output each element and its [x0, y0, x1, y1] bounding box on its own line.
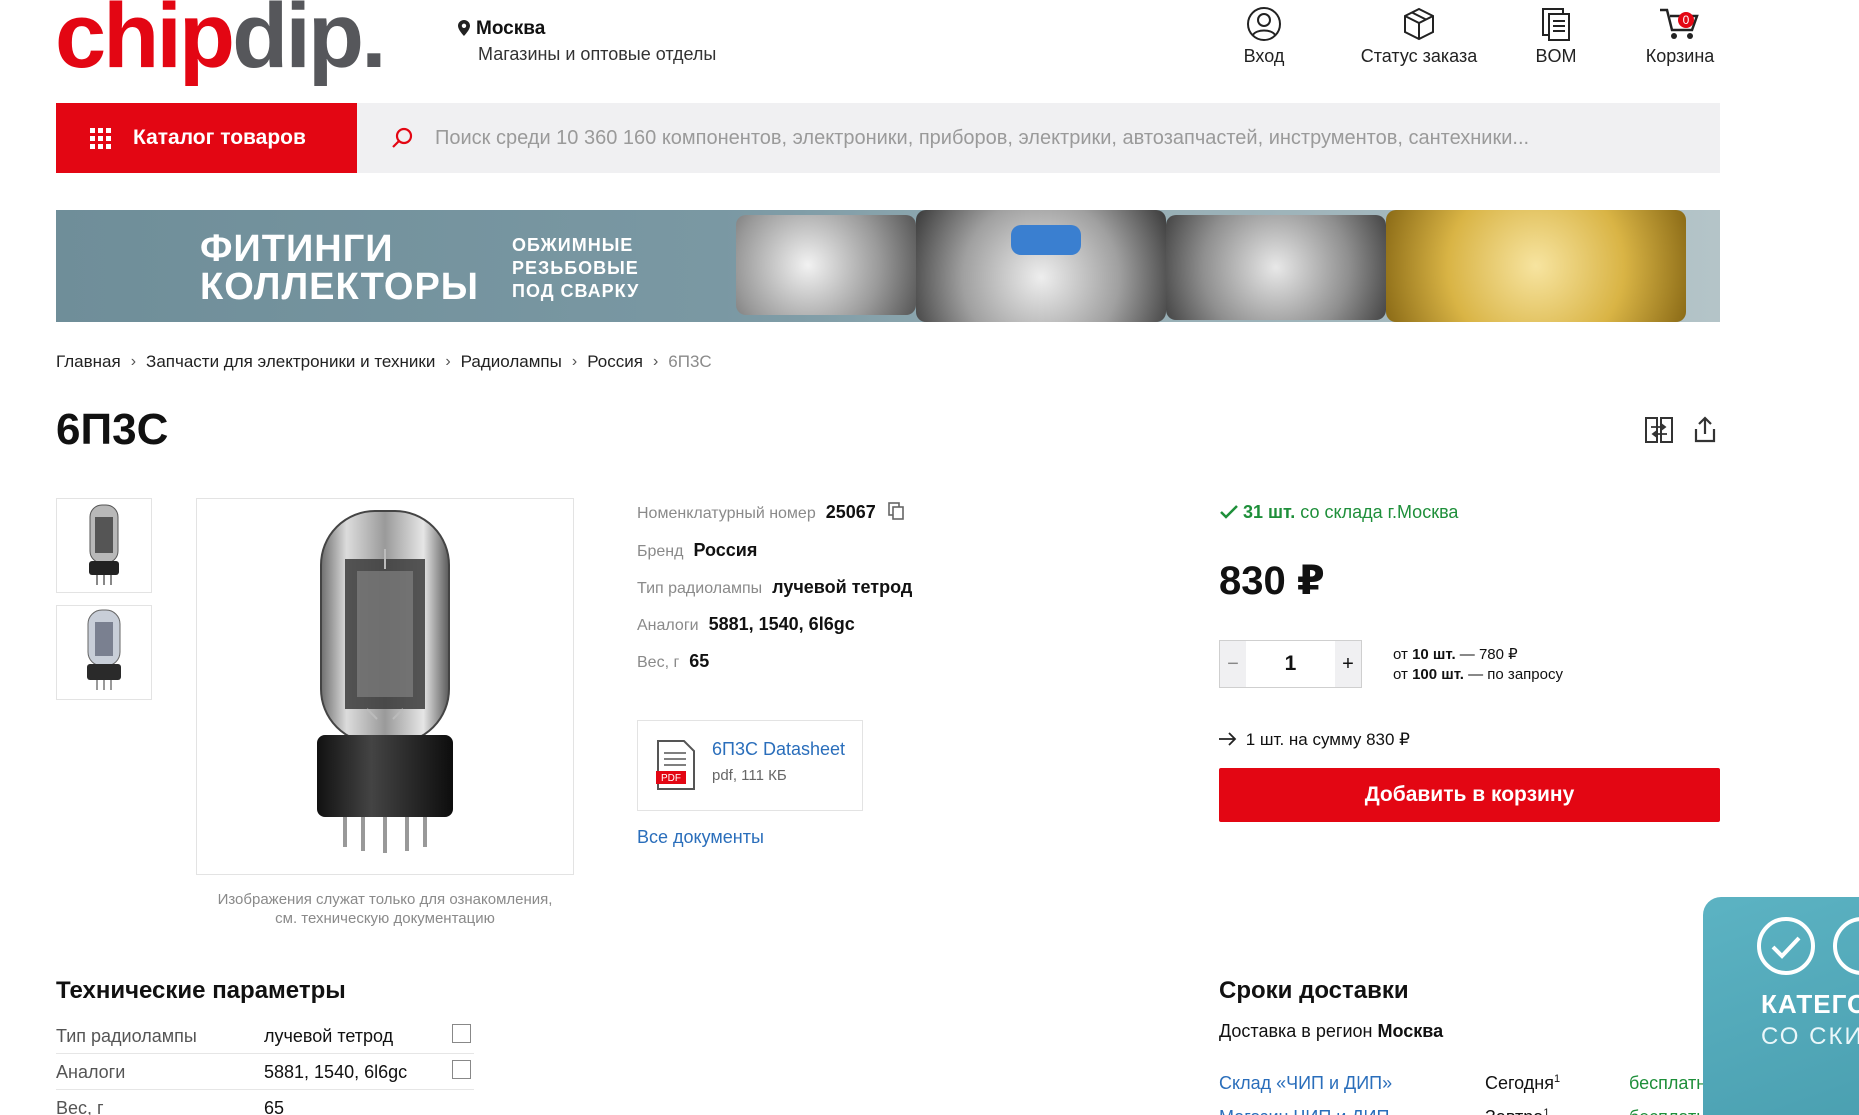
image-disclaimer: Изображения служат только для ознакомлен…: [217, 891, 553, 927]
datasheet-link[interactable]: 6П3С Datasheet: [712, 739, 845, 760]
delivery-region-name[interactable]: Москва: [1377, 1021, 1443, 1041]
radio-tube-image: [317, 510, 453, 853]
compare-icon[interactable]: [1644, 415, 1674, 445]
pdf-badge: PDF: [661, 773, 681, 784]
breadcrumb-link[interactable]: Запчасти для электроники и техники: [146, 352, 435, 372]
increment-button[interactable]: +: [1335, 641, 1361, 687]
city-selector[interactable]: Москва Магазины и оптовые отделы: [458, 18, 716, 65]
promo-title: КАТЕГО: [1761, 989, 1859, 1019]
datasheet-meta: pdf, 111 КБ: [712, 767, 787, 784]
grid-icon: [90, 127, 111, 149]
pdf-file-icon: PDF: [656, 740, 695, 790]
check-circle-icon: [1833, 917, 1859, 975]
promo-widget[interactable]: КАТЕГО СО СКИ: [1703, 897, 1859, 1115]
breadcrumb-separator: ›: [445, 353, 451, 370]
map-pin-icon: [458, 20, 470, 36]
document-list-icon: [1542, 8, 1570, 41]
breadcrumb-link[interactable]: Россия: [587, 352, 643, 372]
param-row: Аналоги 5881, 1540, 6l6gc: [56, 1054, 474, 1090]
prop-tube-type: Тип радиолампы лучевой тетрод: [637, 577, 913, 597]
quantity-value[interactable]: 1: [1246, 652, 1335, 676]
cart-link[interactable]: 0 Корзина: [1640, 6, 1720, 67]
all-documents-link[interactable]: Все документы: [637, 827, 764, 848]
fitting-brass-image: [1386, 210, 1686, 322]
cart-label: Корзина: [1645, 46, 1715, 66]
search-bar[interactable]: [357, 103, 1720, 173]
thumbnail[interactable]: [56, 498, 152, 593]
box-icon: [1404, 7, 1434, 41]
login-link[interactable]: Вход: [1222, 6, 1306, 67]
prop-analogs: Аналоги 5881, 1540, 6l6gc: [637, 614, 855, 634]
tube-thumbnail-image: [89, 504, 119, 585]
search-input[interactable]: [435, 126, 1685, 150]
datasheet-card[interactable]: PDF 6П3С Datasheet pdf, 111 КБ: [637, 720, 863, 811]
fitting-image: [736, 215, 916, 315]
stock-count: 31 шт.: [1243, 502, 1296, 522]
stock-location[interactable]: со склада г.Москва: [1300, 502, 1458, 522]
promo-subtitle: СО СКИ: [1761, 1023, 1859, 1050]
breadcrumb-link[interactable]: Радиолампы: [461, 352, 562, 372]
promo-banner[interactable]: ФИТИНГИ КОЛЛЕКТОРЫ ОБЖИМНЫЕ РЕЗЬБОВЫЕ ПОД С…: [56, 210, 1720, 322]
breadcrumb-separator: ›: [130, 353, 137, 370]
order-status-label: Статус заказа: [1360, 46, 1478, 66]
fitting-image: [1166, 215, 1386, 320]
breadcrumb-separator: ›: [652, 353, 659, 370]
param-row: Тип радиолампы лучевой тетрод: [56, 1018, 474, 1054]
bom-label: BOM: [1535, 46, 1577, 66]
copy-icon[interactable]: [888, 502, 905, 520]
banner-subtitle: ОБЖИМНЫЕ РЕЗЬБОВЫЕ ПОД СВАРКУ: [512, 235, 640, 301]
catalog-label: Каталог товаров: [133, 126, 306, 149]
price-tiers: от 10 шт. — 780 ₽ от 100 шт. — по запрос…: [1393, 645, 1563, 685]
product-image[interactable]: [196, 498, 574, 875]
breadcrumb-link[interactable]: Главная: [56, 352, 121, 372]
breadcrumb-current: 6П3С: [668, 352, 712, 371]
prop-weight: Вес, г 65: [637, 651, 710, 671]
delivery-row: Магазин ЧИП и ДИП Завтра1 бесплатно: [1219, 1107, 1716, 1115]
filter-checkbox[interactable]: [452, 1060, 471, 1079]
search-icon[interactable]: [391, 127, 413, 149]
delivery-title: Сроки доставки: [1219, 977, 1409, 1004]
filter-checkbox[interactable]: [452, 1024, 471, 1043]
order-status-link[interactable]: Статус заказа: [1354, 6, 1484, 67]
add-to-cart-button[interactable]: Добавить в корзину: [1219, 768, 1720, 822]
sku-value: 25067: [825, 502, 876, 522]
price-tier: от 100 шт. — по запросу: [1393, 666, 1563, 683]
catalog-button[interactable]: Каталог товаров: [56, 103, 357, 173]
breadcrumb: Главная › Запчасти для электроники и тех…: [56, 352, 712, 372]
prop-sku: Номенклатурный номер 25067: [637, 502, 905, 523]
param-row: Вес, г 65: [56, 1090, 474, 1115]
quantity-stepper[interactable]: − 1 +: [1219, 640, 1362, 688]
thumbnail[interactable]: [56, 605, 152, 700]
order-sum: 1 шт. на сумму 830 ₽: [1219, 730, 1410, 750]
delivery-point-link[interactable]: Склад «ЧИП и ДИП»: [1219, 1073, 1392, 1094]
user-icon: [1247, 7, 1281, 41]
page-title: 6П3С: [56, 405, 169, 454]
brand-value[interactable]: Россия: [693, 540, 757, 560]
site-logo[interactable]: chipdip.: [55, 0, 387, 82]
decrement-button[interactable]: −: [1220, 641, 1246, 687]
product-price: 830 ₽: [1219, 559, 1325, 603]
delivery-point-link[interactable]: Магазин ЧИП и ДИП: [1219, 1107, 1389, 1115]
tube-thumbnail-image: [87, 609, 121, 690]
login-label: Вход: [1243, 46, 1285, 66]
fitting-handle-image: [1011, 225, 1081, 255]
stock-status: 31 шт. со склада г.Москва: [1220, 502, 1458, 523]
city-name: Москва: [476, 18, 546, 39]
price-tier: от 10 шт. — 780 ₽: [1393, 646, 1518, 663]
delivery-region: Доставка в регион Москва: [1219, 1021, 1444, 1041]
arrow-right-icon: [1219, 732, 1237, 746]
bom-link[interactable]: BOM: [1530, 6, 1582, 67]
prop-brand: Бренд Россия: [637, 540, 758, 560]
city-subtitle: Магазины и оптовые отделы: [478, 44, 717, 64]
share-icon[interactable]: [1690, 415, 1720, 445]
cart-count-badge: 0: [1678, 12, 1694, 28]
breadcrumb-separator: ›: [571, 353, 578, 370]
check-icon: [1220, 505, 1238, 519]
delivery-row: Склад «ЧИП и ДИП» Сегодня1 бесплатно: [1219, 1073, 1717, 1094]
banner-title: ФИТИНГИ КОЛЛЕКТОРЫ: [200, 228, 479, 308]
check-circle-icon: [1757, 917, 1815, 975]
tech-params-title: Технические параметры: [56, 977, 346, 1004]
